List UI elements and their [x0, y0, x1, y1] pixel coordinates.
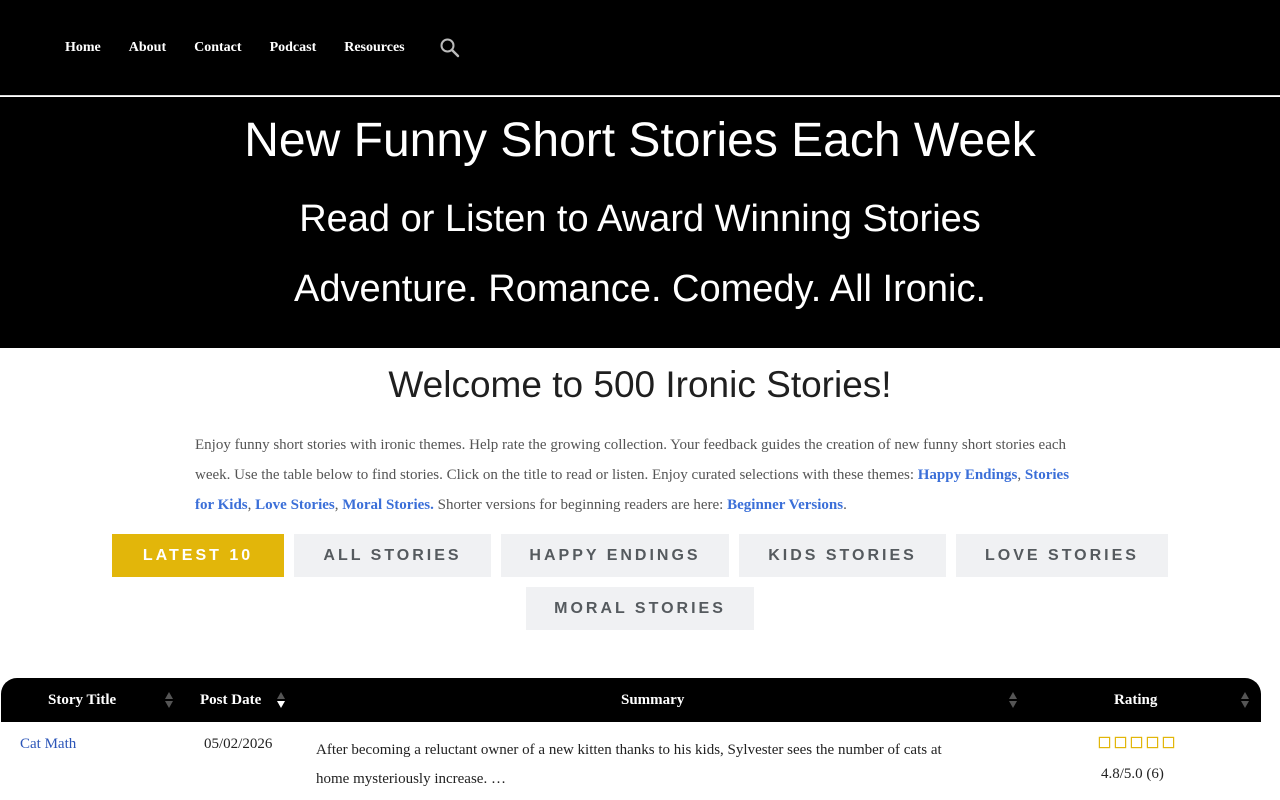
star-rating[interactable]	[1098, 736, 1175, 749]
nav-contact[interactable]: Contact	[194, 38, 241, 58]
summary-line: home mysteriously increase. …	[316, 771, 506, 787]
hero-tagline: Adventure. Romance. Comedy. All Ironic.	[293, 268, 987, 310]
story-title-link[interactable]: Cat Math	[20, 736, 76, 753]
column-header-story-title[interactable]: Story Title	[48, 678, 116, 722]
link-beginner-versions[interactable]: Beginner Versions	[727, 497, 843, 513]
intro-paragraph: Enjoy funny short stories with ironic th…	[195, 437, 1070, 513]
filter-all-stories-button[interactable]: ALL STORIES	[294, 534, 491, 577]
star-icon[interactable]	[1130, 736, 1143, 749]
column-header-summary[interactable]: Summary	[621, 678, 684, 722]
table-row: Cat Math 05/02/2026 After becoming a rel…	[1, 722, 1261, 800]
nav-resources[interactable]: Resources	[344, 38, 404, 58]
welcome-title: Welcome to 500 Ironic Stories!	[388, 364, 892, 405]
hero-subheadline: Read or Listen to Award Winning Stories	[299, 198, 981, 240]
link-moral-stories[interactable]: Moral Stories.	[342, 497, 434, 513]
top-navigation: Home About Contact Podcast Resources	[0, 0, 1280, 96]
sort-descending-icon[interactable]	[276, 690, 286, 710]
sort-icon[interactable]	[1240, 690, 1250, 710]
nav-podcast[interactable]: Podcast	[270, 38, 317, 58]
filter-moral-stories-button[interactable]: MORAL STORIES	[526, 587, 754, 630]
nav-home[interactable]: Home	[65, 38, 101, 58]
star-icon[interactable]	[1098, 736, 1111, 749]
link-happy-endings[interactable]: Happy Endings	[918, 467, 1018, 483]
shorter-versions-text: Shorter versions for beginning readers a…	[437, 497, 724, 513]
nav-menu: Home About Contact Podcast Resources	[65, 37, 461, 59]
filter-love-stories-button[interactable]: LOVE STORIES	[956, 534, 1168, 577]
filter-latest-10-button[interactable]: LATEST 10	[112, 534, 284, 577]
star-icon[interactable]	[1114, 736, 1127, 749]
sort-icon[interactable]	[164, 690, 174, 710]
rating-score: 4.8/5.0 (6)	[1101, 766, 1164, 782]
search-icon[interactable]	[439, 37, 461, 59]
star-icon[interactable]	[1146, 736, 1159, 749]
filter-happy-endings-button[interactable]: HAPPY ENDINGS	[501, 534, 729, 577]
link-love-stories[interactable]: Love Stories	[255, 497, 335, 513]
story-summary: After becoming a reluctant owner of a ne…	[316, 736, 1016, 794]
table-header: Story Title Post Date Summary Rating	[1, 678, 1261, 722]
post-date: 05/02/2026	[204, 736, 273, 752]
filter-kids-stories-button[interactable]: KIDS STORIES	[739, 534, 946, 577]
hero-headline: New Funny Short Stories Each Week	[244, 114, 1036, 167]
summary-line: After becoming a reluctant owner of a ne…	[316, 742, 942, 758]
column-header-rating[interactable]: Rating	[1114, 678, 1157, 722]
column-header-post-date[interactable]: Post Date	[200, 678, 261, 722]
stories-table: Story Title Post Date Summary Rating Cat…	[1, 678, 1261, 800]
nav-about[interactable]: About	[129, 38, 166, 58]
hero-banner: New Funny Short Stories Each Week Read o…	[0, 97, 1280, 348]
star-icon[interactable]	[1162, 736, 1175, 749]
sort-icon[interactable]	[1008, 690, 1018, 710]
